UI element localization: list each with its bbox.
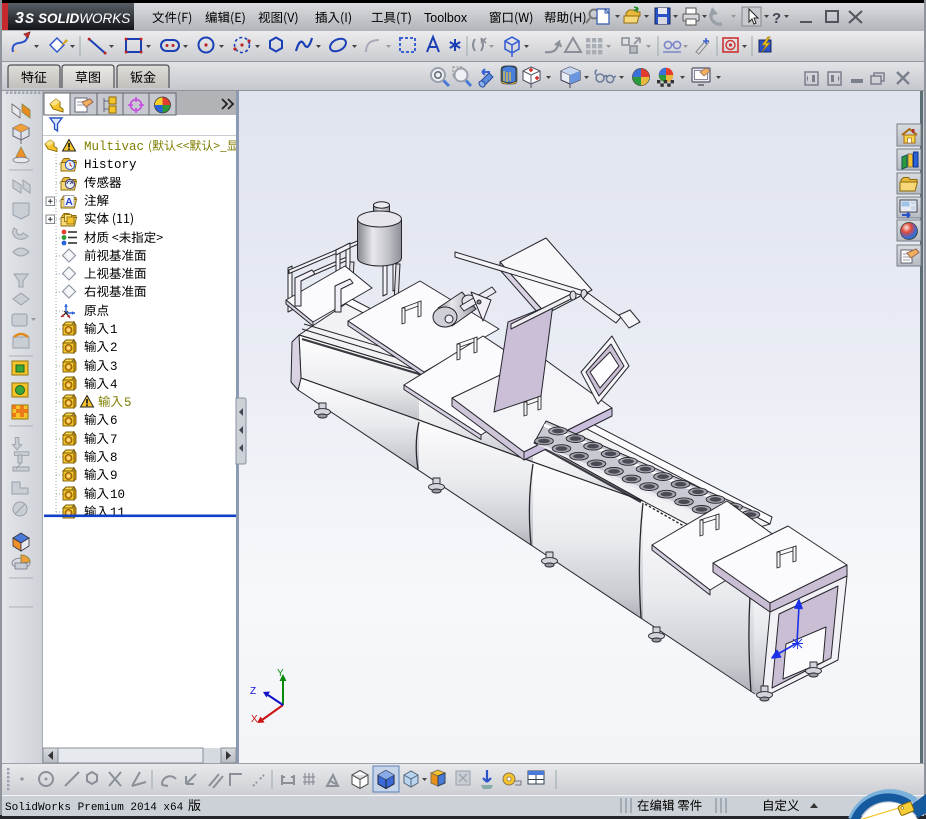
svg-text:9: 9 — [110, 469, 118, 483]
svg-text:?: ? — [772, 10, 781, 27]
svg-text:4: 4 — [110, 378, 118, 392]
svg-text:10: 10 — [110, 488, 125, 502]
svg-text:Toolbox: Toolbox — [424, 11, 468, 25]
svg-text:1: 1 — [110, 323, 118, 337]
svg-text:3: 3 — [15, 10, 24, 27]
svg-text:History: History — [84, 158, 137, 172]
svg-text:2: 2 — [110, 341, 118, 355]
svg-text:SOLIDWORKS: SOLIDWORKS — [38, 11, 130, 26]
svg-text:SolidWorks Premium 2014 x64: SolidWorks Premium 2014 x64 — [5, 802, 184, 814]
svg-text:8: 8 — [110, 451, 118, 465]
svg-text:11: 11 — [110, 506, 125, 520]
svg-text:6: 6 — [110, 414, 118, 428]
svg-text:Multivac: Multivac — [84, 140, 144, 154]
svg-text:7: 7 — [110, 433, 118, 447]
svg-text:3: 3 — [110, 360, 118, 374]
svg-text:S: S — [25, 11, 34, 26]
svg-text:X: X — [251, 714, 258, 725]
svg-text:Z: Z — [250, 686, 256, 697]
svg-text:Y: Y — [277, 668, 284, 679]
svg-text:5: 5 — [124, 396, 132, 410]
